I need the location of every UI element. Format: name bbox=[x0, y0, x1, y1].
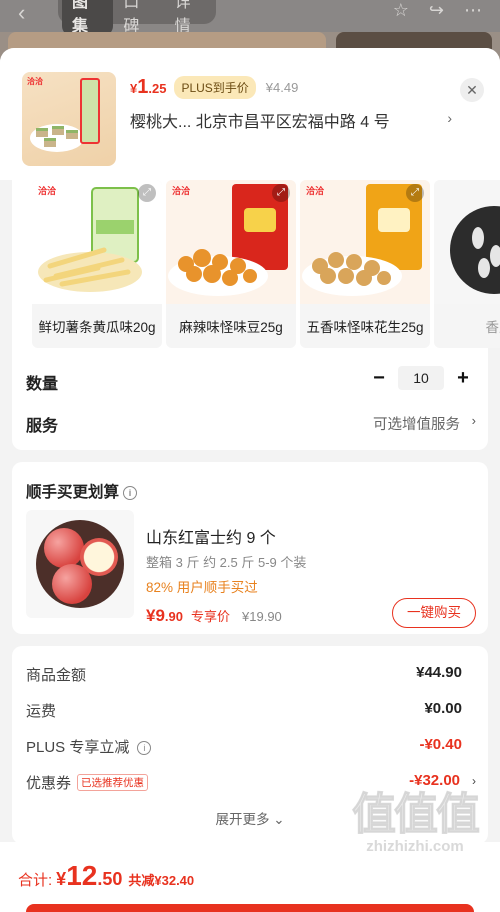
brand-logo: 洽洽 bbox=[38, 186, 57, 196]
brand-logo: 洽洽 bbox=[306, 186, 325, 196]
star-icon[interactable]: ☆ bbox=[393, 0, 409, 21]
total-currency: ¥ bbox=[56, 869, 67, 889]
delivery-address[interactable]: 樱桃大... 北京市昌平区宏福中路 4 号 bbox=[130, 108, 460, 132]
total-discount: 共减¥32.40 bbox=[128, 873, 195, 888]
addon-card: 顺手买更划算 i 山东红富士约 9 个 整箱 3 斤 约 2.5 斤 5-9 个装… bbox=[12, 462, 488, 634]
background-tabs: 图集 口碑 详情 bbox=[58, 0, 216, 36]
brand-logo: 洽洽 bbox=[27, 77, 43, 86]
minus-icon[interactable]: − bbox=[366, 367, 392, 390]
plus-icon[interactable]: + bbox=[450, 367, 476, 390]
addon-price-label: 专享价 bbox=[191, 609, 231, 624]
summary-label: 商品金额 bbox=[26, 667, 87, 684]
coupon-tag: 已选推荐优惠 bbox=[77, 774, 149, 791]
addon-price-value: ¥9.90 bbox=[146, 606, 183, 625]
summary-value: ¥44.90 bbox=[416, 664, 462, 681]
quantity-stepper: − 10 + bbox=[366, 366, 476, 390]
original-price: ¥4.49 bbox=[265, 80, 299, 95]
chevron-right-icon[interactable]: › bbox=[447, 110, 452, 126]
variant-item[interactable]: 洽洽 ⤢ 五香味怪味花生25g bbox=[300, 180, 430, 348]
service-label: 服务 bbox=[26, 418, 59, 435]
plus-price: ¥1.25 bbox=[130, 76, 167, 98]
variant-item[interactable]: 洽洽 ⤢ 麻辣味怪味豆25g bbox=[166, 180, 296, 348]
info-icon[interactable]: i bbox=[137, 741, 152, 755]
variant-label: 香瓜 bbox=[485, 320, 500, 335]
tab-reviews[interactable]: 口碑 bbox=[113, 0, 164, 36]
watermark: 值值值 zhizhizhi.com bbox=[340, 778, 490, 888]
variant-item[interactable]: 香瓜 bbox=[434, 180, 500, 348]
quantity-label: 数量 bbox=[26, 376, 59, 393]
snack-piece bbox=[52, 126, 64, 135]
options-card: 洽洽 ⤢ 鲜切薯条黄瓜味20g 洽洽 ⤢ 麻辣味怪味豆25g 洽洽 ⤢ 五香味怪… bbox=[12, 180, 500, 450]
zoom-icon[interactable]: ⤢ bbox=[406, 184, 424, 202]
plus-price-tag: PLUS到手价 bbox=[174, 76, 256, 99]
watermark-logo: 值值值 bbox=[352, 790, 481, 840]
variant-item[interactable]: 洽洽 ⤢ 鲜切薯条黄瓜味20g bbox=[32, 180, 162, 348]
summary-label: PLUS 专享立减 i bbox=[26, 736, 152, 757]
product-header: 洽洽 ¥1.25 PLUS到手价 ¥4.49 ✕ 樱桃大... 北京市昌平区宏福… bbox=[0, 48, 500, 180]
variant-label: 五香味怪味花生25g bbox=[306, 320, 424, 335]
apple bbox=[44, 528, 84, 568]
zoom-icon[interactable]: ⤢ bbox=[272, 184, 290, 202]
summary-label: 运费 bbox=[26, 703, 57, 720]
snack-piece bbox=[44, 138, 56, 147]
service-value: 可选增值服务 bbox=[373, 417, 460, 433]
close-icon[interactable]: ✕ bbox=[460, 78, 484, 102]
variant-list: 洽洽 ⤢ 鲜切薯条黄瓜味20g 洽洽 ⤢ 麻辣味怪味豆25g 洽洽 ⤢ 五香味怪… bbox=[32, 180, 500, 348]
addon-original-price: ¥19.90 bbox=[242, 609, 282, 624]
summary-value: -¥0.40 bbox=[419, 736, 462, 753]
snack-piece bbox=[36, 128, 48, 137]
summary-label: 优惠券 已选推荐优惠 bbox=[26, 772, 149, 793]
addon-name[interactable]: 山东红富士约 9 个 bbox=[146, 524, 276, 548]
product-thumbnail[interactable]: 洽洽 bbox=[22, 72, 116, 166]
addon-price: ¥9.90 专享价 ¥19.90 bbox=[146, 606, 282, 626]
background-icons: ☆ ↪ ⋯ bbox=[393, 0, 482, 21]
bowl bbox=[36, 520, 124, 608]
total-decimal: .50 bbox=[97, 869, 123, 889]
zoom-icon[interactable]: ⤢ bbox=[138, 184, 156, 202]
summary-row-plus: PLUS 专享立减 i -¥0.40 bbox=[26, 736, 476, 758]
more-icon[interactable]: ⋯ bbox=[464, 0, 482, 21]
addon-title: 顺手买更划算 i bbox=[26, 480, 138, 502]
chevron-right-icon[interactable]: › bbox=[472, 413, 476, 428]
info-icon[interactable]: i bbox=[123, 486, 138, 500]
snack-package bbox=[80, 78, 100, 144]
total-integer: 12 bbox=[66, 860, 98, 891]
summary-row-shipping: 运费 ¥0.00 bbox=[26, 700, 476, 722]
addon-percent: 82% 用户顺手买过 bbox=[146, 580, 258, 595]
variant-image bbox=[434, 180, 500, 304]
snack-piece bbox=[66, 130, 78, 139]
back-icon[interactable]: ‹ bbox=[18, 0, 25, 26]
total-label: 合计: bbox=[18, 872, 53, 889]
quantity-input[interactable]: 10 bbox=[398, 366, 444, 390]
tab-gallery[interactable]: 图集 bbox=[62, 0, 114, 36]
share-icon[interactable]: ↪ bbox=[429, 0, 444, 21]
addon-spec: 整箱 3 斤 约 2.5 斤 5-9 个装 bbox=[146, 555, 307, 570]
brand-logo: 洽洽 bbox=[172, 186, 191, 196]
service-row[interactable]: 服务 可选增值服务 › bbox=[26, 412, 476, 436]
variant-label: 麻辣味怪味豆25g bbox=[179, 320, 283, 335]
total-amount: 合计: ¥ 12 .50 共减¥32.40 bbox=[18, 860, 194, 892]
quantity-row: 数量 − 10 + bbox=[26, 366, 476, 394]
variant-label: 鲜切薯条黄瓜味20g bbox=[38, 320, 156, 335]
price-row: ¥1.25 PLUS到手价 ¥4.49 bbox=[130, 76, 298, 99]
summary-value: ¥0.00 bbox=[424, 700, 462, 717]
addon-image[interactable] bbox=[26, 510, 134, 618]
apple bbox=[52, 564, 92, 604]
tab-details[interactable]: 详情 bbox=[165, 0, 216, 36]
one-click-buy-button[interactable]: 一键购买 bbox=[392, 598, 476, 628]
summary-row-goods: 商品金额 ¥44.90 bbox=[26, 664, 476, 686]
submit-order-button[interactable] bbox=[26, 904, 474, 912]
